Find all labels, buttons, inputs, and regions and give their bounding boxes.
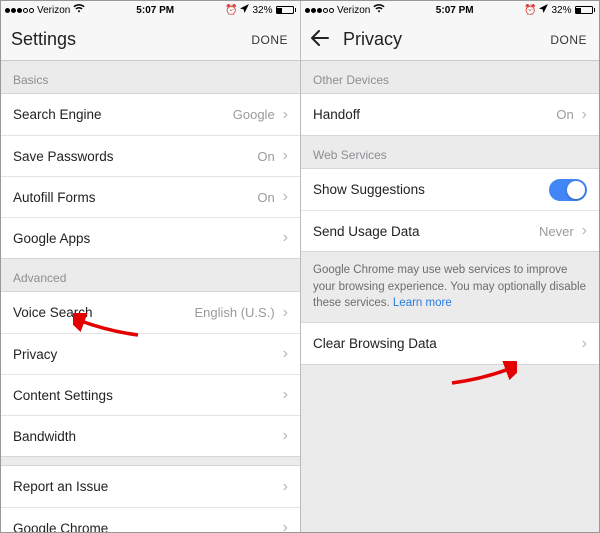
page-title: Privacy — [343, 29, 402, 50]
row-label: Save Passwords — [13, 149, 257, 164]
location-icon — [539, 4, 548, 16]
chevron-right-icon: › — [283, 305, 288, 321]
chevron-right-icon: › — [283, 148, 288, 164]
wifi-icon — [373, 4, 385, 16]
back-button[interactable] — [311, 30, 329, 50]
chevron-right-icon: › — [283, 520, 288, 532]
settings-content: Basics Search Engine Google › Save Passw… — [1, 61, 300, 532]
web-services-note: Google Chrome may use web services to im… — [301, 252, 599, 322]
section-advanced: Advanced — [1, 259, 300, 291]
row-privacy[interactable]: Privacy › — [1, 333, 300, 374]
row-google-apps[interactable]: Google Apps › — [1, 217, 300, 258]
row-value: On — [257, 149, 274, 164]
phone-privacy: Verizon 5:07 PM ⏰ 32% Privacy DONE Other… — [300, 1, 599, 532]
phone-settings: Verizon 5:07 PM ⏰ 32% Settings DONE Basi… — [1, 1, 300, 532]
chevron-right-icon: › — [283, 428, 288, 444]
status-bar: Verizon 5:07 PM ⏰ 32% — [301, 1, 599, 19]
row-label: Show Suggestions — [313, 182, 549, 197]
row-content-settings[interactable]: Content Settings › — [1, 374, 300, 415]
row-value: Google — [233, 107, 275, 122]
section-other-devices: Other Devices — [301, 61, 599, 93]
section-basics: Basics — [1, 61, 300, 93]
annotation-arrow-icon — [447, 361, 517, 391]
row-show-suggestions[interactable]: Show Suggestions — [301, 169, 599, 210]
chevron-right-icon: › — [283, 479, 288, 495]
carrier-label: Verizon — [337, 5, 370, 16]
row-label: Bandwidth — [13, 429, 283, 444]
row-label: Send Usage Data — [313, 224, 539, 239]
chevron-right-icon: › — [283, 230, 288, 246]
header-privacy: Privacy DONE — [301, 19, 599, 61]
chevron-right-icon: › — [283, 387, 288, 403]
location-icon — [240, 4, 249, 16]
status-time: 5:07 PM — [85, 5, 225, 16]
row-label: Google Chrome — [13, 521, 283, 533]
status-bar: Verizon 5:07 PM ⏰ 32% — [1, 1, 300, 19]
row-autofill-forms[interactable]: Autofill Forms On › — [1, 176, 300, 217]
chevron-right-icon: › — [283, 107, 288, 123]
row-value: On — [257, 190, 274, 205]
row-label: Handoff — [313, 107, 556, 122]
battery-label: 32% — [551, 5, 571, 16]
status-time: 5:07 PM — [385, 5, 524, 16]
battery-label: 32% — [252, 5, 272, 16]
learn-more-link[interactable]: Learn more — [393, 297, 452, 309]
wifi-icon — [73, 4, 85, 16]
row-label: Autofill Forms — [13, 190, 257, 205]
chevron-right-icon: › — [283, 346, 288, 362]
alarm-icon: ⏰ — [524, 5, 536, 16]
page-title: Settings — [11, 29, 76, 50]
row-value: English (U.S.) — [194, 305, 274, 320]
privacy-content: Other Devices Handoff On › Web Services … — [301, 61, 599, 532]
row-google-chrome[interactable]: Google Chrome › — [1, 507, 300, 532]
battery-icon — [276, 6, 297, 14]
signal-dots-icon — [5, 8, 34, 13]
row-voice-search[interactable]: Voice Search English (U.S.) › — [1, 292, 300, 333]
row-label: Google Apps — [13, 231, 283, 246]
carrier-label: Verizon — [37, 5, 70, 16]
row-clear-browsing-data[interactable]: Clear Browsing Data › — [301, 323, 599, 364]
row-value: Never — [539, 224, 574, 239]
row-search-engine[interactable]: Search Engine Google › — [1, 94, 300, 135]
row-label: Voice Search — [13, 305, 194, 320]
alarm-icon: ⏰ — [225, 5, 237, 16]
chevron-right-icon: › — [582, 223, 587, 239]
row-label: Report an Issue — [13, 479, 283, 494]
done-button[interactable]: DONE — [550, 33, 587, 47]
row-save-passwords[interactable]: Save Passwords On › — [1, 135, 300, 176]
signal-dots-icon — [305, 8, 334, 13]
chevron-right-icon: › — [582, 336, 587, 352]
row-handoff[interactable]: Handoff On › — [301, 94, 599, 135]
row-bandwidth[interactable]: Bandwidth › — [1, 415, 300, 456]
row-label: Privacy — [13, 347, 283, 362]
section-web-services: Web Services — [301, 136, 599, 168]
row-send-usage-data[interactable]: Send Usage Data Never › — [301, 210, 599, 251]
chevron-right-icon: › — [582, 107, 587, 123]
battery-icon — [575, 6, 596, 14]
row-report-issue[interactable]: Report an Issue › — [1, 466, 300, 507]
row-value: On — [556, 107, 573, 122]
row-label: Search Engine — [13, 107, 233, 122]
row-label: Clear Browsing Data — [313, 336, 582, 351]
chevron-right-icon: › — [283, 189, 288, 205]
header-settings: Settings DONE — [1, 19, 300, 61]
toggle-on-icon[interactable] — [549, 179, 587, 201]
row-label: Content Settings — [13, 388, 283, 403]
done-button[interactable]: DONE — [251, 33, 288, 47]
